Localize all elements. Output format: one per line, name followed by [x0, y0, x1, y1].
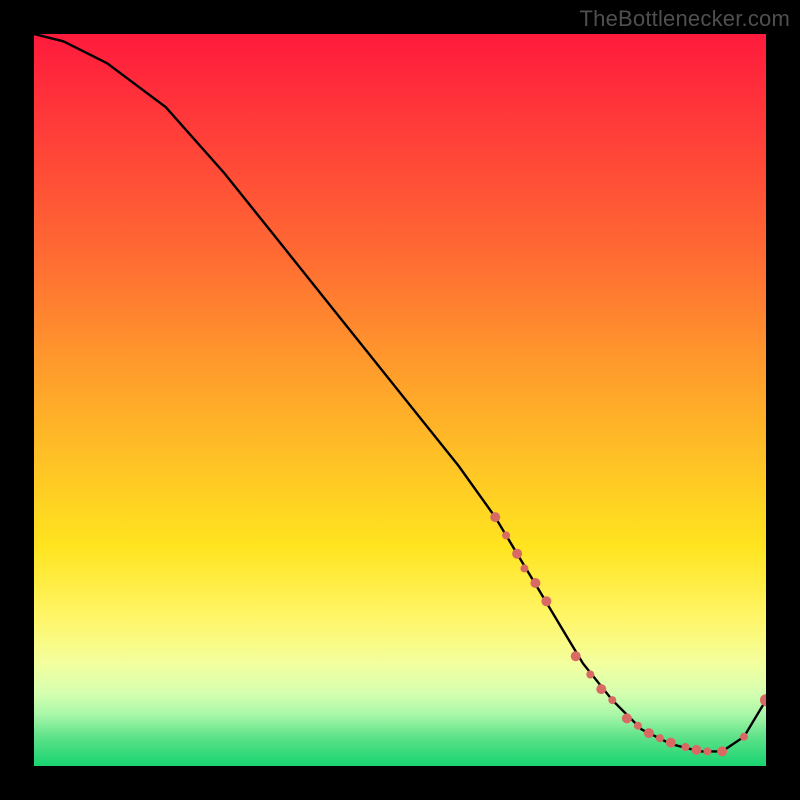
curve-dot: [760, 694, 766, 706]
curve-dot: [530, 578, 540, 588]
curve-dot: [502, 531, 510, 539]
curve-dot: [571, 651, 581, 661]
curve-dot: [656, 734, 664, 742]
curve-dot: [512, 549, 522, 559]
curve-dot: [541, 596, 551, 606]
curve-dot: [490, 512, 500, 522]
curve-dot: [520, 564, 528, 572]
curve-dot: [740, 733, 748, 741]
curve-dot: [692, 745, 702, 755]
curve-dot: [717, 746, 727, 756]
curve-dot: [682, 743, 690, 751]
curve-dot: [666, 738, 676, 748]
curve-dot: [596, 684, 606, 694]
curve-layer: [34, 34, 766, 766]
curve-dot: [622, 713, 632, 723]
curve-dot: [608, 696, 616, 704]
watermark-text: TheBottlenecker.com: [580, 6, 790, 32]
curve-dot: [703, 747, 711, 755]
curve-dots: [490, 512, 766, 756]
gradient-plot-area: [34, 34, 766, 766]
curve-dot: [644, 728, 654, 738]
chart-frame: TheBottlenecker.com: [0, 0, 800, 800]
curve-dot: [634, 722, 642, 730]
bottleneck-curve: [34, 34, 766, 751]
curve-dot: [586, 671, 594, 679]
